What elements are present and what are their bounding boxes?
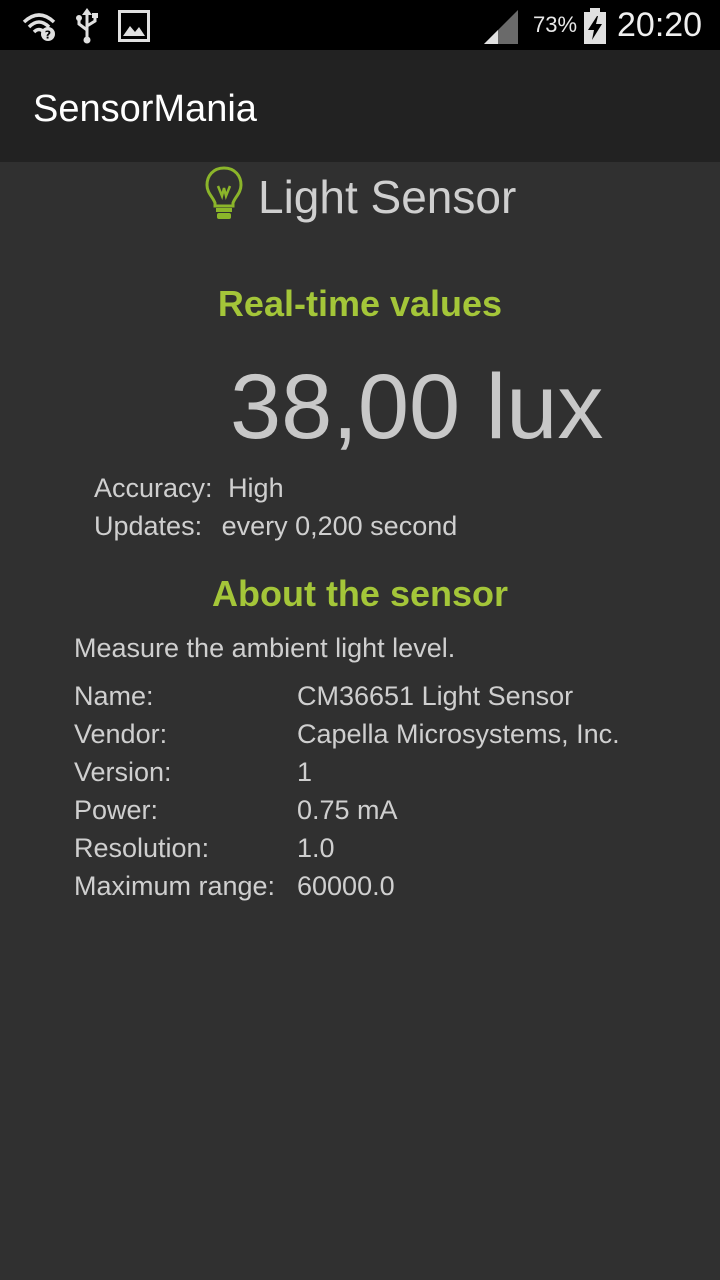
info-value: 1.0: [297, 833, 335, 863]
info-value: CM36651 Light Sensor: [297, 681, 574, 711]
info-key: Version:: [74, 757, 172, 787]
accuracy-value: High: [228, 473, 284, 503]
about-heading: About the sensor: [211, 573, 508, 614]
sensor-title: Light Sensor: [258, 171, 517, 223]
updates-value: every 0,200 second: [221, 511, 458, 541]
battery-percent: 73%: [533, 12, 578, 37]
battery-charging-icon: [583, 8, 607, 49]
svg-text:?: ?: [45, 29, 51, 42]
info-key: Name:: [74, 681, 154, 711]
info-value: 0.75 mA: [297, 795, 398, 825]
sensor-value: 38,00 lux: [230, 356, 604, 458]
info-key: Vendor:: [74, 719, 168, 749]
info-value: Capella Microsystems, Inc.: [297, 719, 620, 749]
usb-icon: [74, 8, 100, 49]
lightbulb-icon: [205, 166, 243, 225]
info-key: Resolution:: [74, 833, 210, 863]
info-key: Maximum range:: [74, 871, 276, 901]
wifi-icon: ?: [22, 10, 56, 47]
clock: 20:20: [617, 6, 703, 44]
image-icon: [118, 10, 150, 47]
updates-label: Updates:: [94, 511, 203, 541]
accuracy-row: Accuracy: High: [94, 471, 284, 505]
signal-icon: [484, 10, 518, 49]
app-title: SensorMania: [33, 88, 257, 130]
realtime-heading: Real-time values: [217, 283, 503, 324]
status-bar: ? 73% 20:20: [0, 0, 720, 50]
sensor-description: Measure the ambient light level.: [74, 633, 456, 663]
info-value: 60000.0: [297, 871, 395, 901]
info-value: 1: [297, 757, 313, 787]
accuracy-label: Accuracy:: [94, 473, 213, 503]
updates-row: Updates: every 0,200 second: [94, 509, 457, 543]
info-key: Power:: [74, 795, 159, 825]
